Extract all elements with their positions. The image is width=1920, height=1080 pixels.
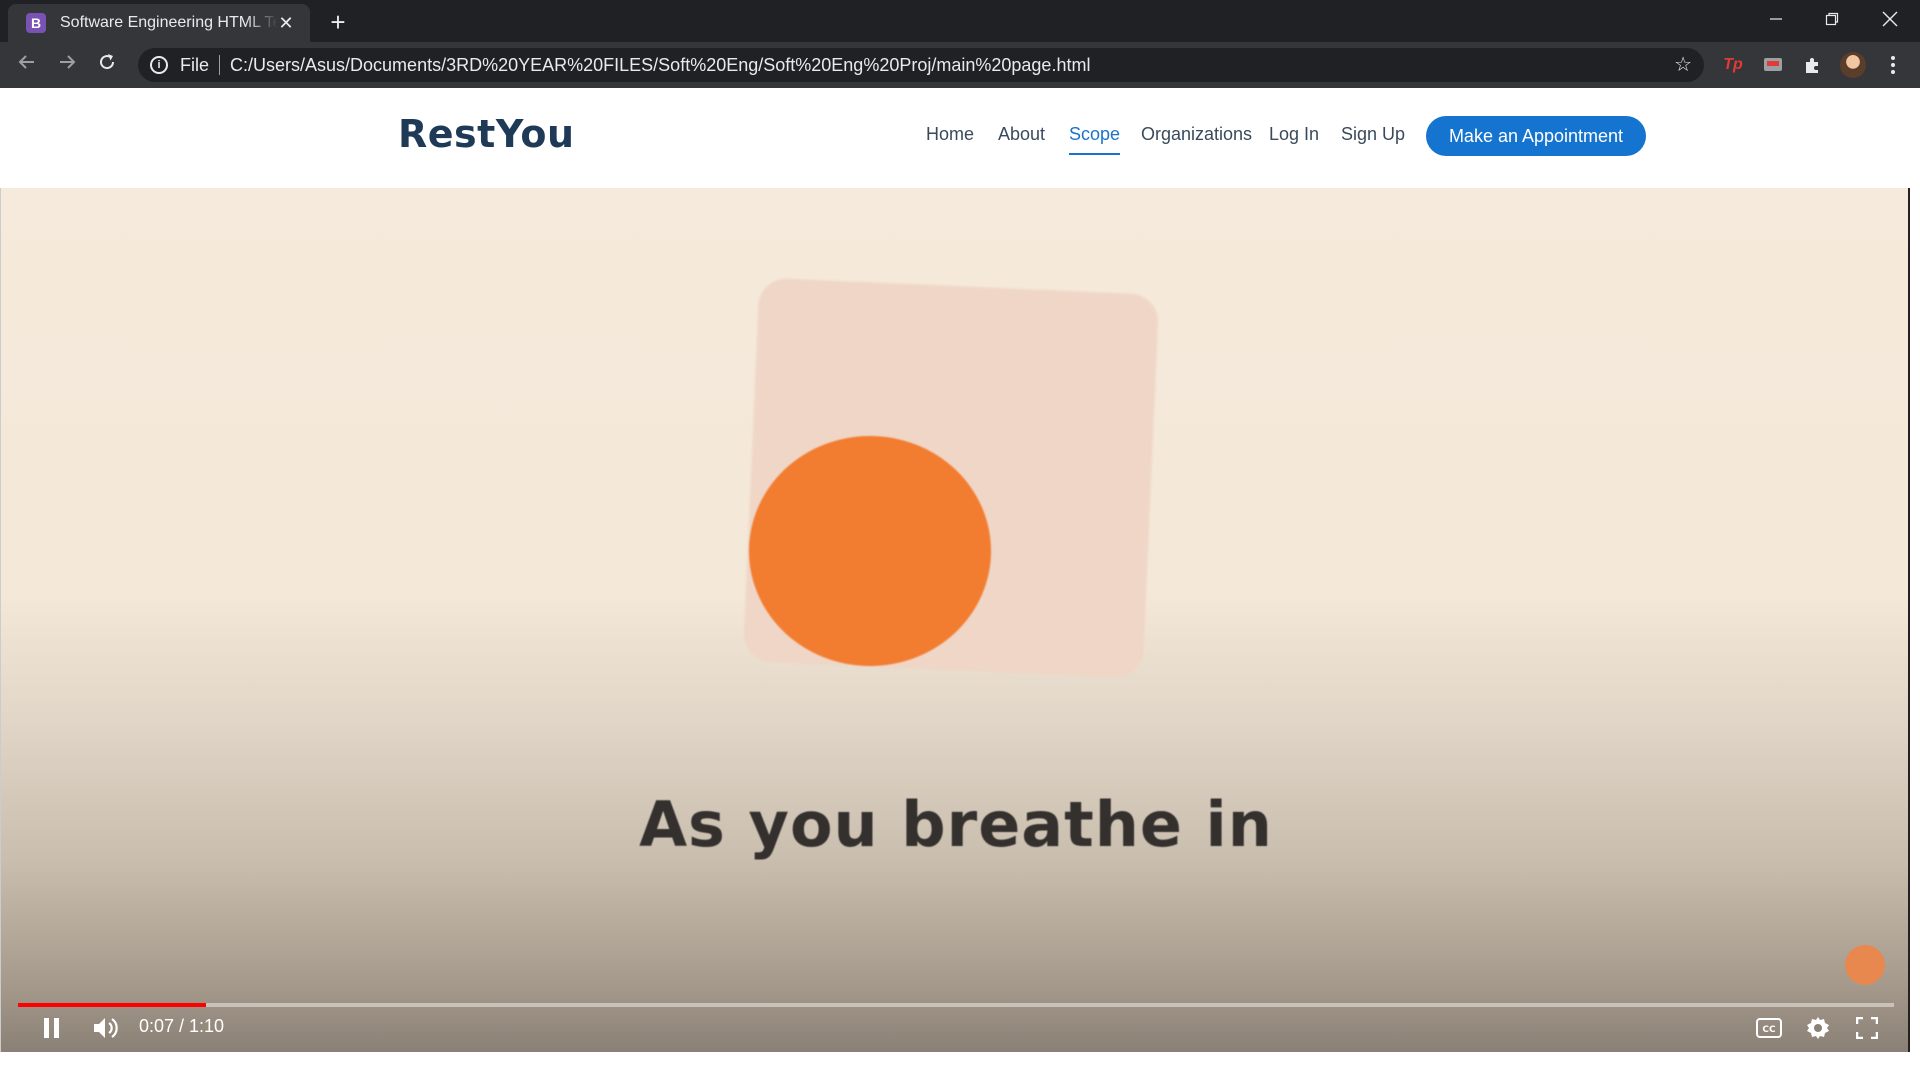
- fullscreen-icon: [1856, 1017, 1878, 1039]
- new-tab-button[interactable]: +: [324, 8, 352, 36]
- svg-text:CC: CC: [1762, 1025, 1776, 1035]
- video-progress-bar[interactable]: [18, 1003, 1894, 1007]
- video-overlay-dot: [1845, 945, 1885, 985]
- web-page: RestYou Home About Scope Organizations L…: [0, 88, 1920, 1080]
- profile-button[interactable]: [1838, 50, 1868, 80]
- address-bar[interactable]: i File C:/Users/Asus/Documents/3RD%20YEA…: [138, 48, 1704, 82]
- nav-about[interactable]: About: [998, 124, 1045, 145]
- forward-icon: [60, 55, 76, 69]
- nav-scope[interactable]: Scope: [1069, 124, 1121, 155]
- volume-icon: [94, 1018, 118, 1038]
- restore-button[interactable]: [1804, 0, 1860, 38]
- close-icon: [1882, 11, 1898, 27]
- browser-tabbar: B Software Engineering HTML Tem ✕ +: [0, 0, 1920, 42]
- nav-home[interactable]: Home: [926, 124, 974, 145]
- tp-icon: Tp: [1723, 56, 1743, 73]
- avatar: [1840, 52, 1866, 78]
- extensions-button[interactable]: [1798, 50, 1828, 80]
- nav-sign-up[interactable]: Sign Up: [1341, 124, 1405, 145]
- settings-button[interactable]: [1803, 1010, 1833, 1046]
- pause-icon: [44, 1018, 59, 1038]
- menu-button[interactable]: [1878, 50, 1908, 80]
- url-scheme: File: [180, 55, 221, 75]
- kebab-menu-icon: [1891, 56, 1895, 74]
- settings-icon: [1807, 1017, 1829, 1039]
- back-button[interactable]: [12, 50, 42, 80]
- nav-organizations[interactable]: Organizations: [1141, 124, 1252, 145]
- tab-favicon-icon: B: [26, 13, 46, 33]
- video-player[interactable]: As you breathe in 0:07 / 1:10 CC: [0, 188, 1910, 1052]
- forward-button[interactable]: [52, 50, 82, 80]
- video-caption-text: As you breathe in: [639, 788, 1273, 861]
- minimize-button[interactable]: [1748, 0, 1804, 38]
- minimize-icon: [1770, 18, 1782, 20]
- pause-button[interactable]: [37, 1010, 67, 1046]
- cast-icon: [1764, 58, 1782, 71]
- volume-button[interactable]: [89, 1010, 123, 1046]
- tab-close-icon[interactable]: ✕: [276, 13, 296, 33]
- restore-icon: [1825, 12, 1839, 26]
- extension-tp-button[interactable]: Tp: [1718, 50, 1748, 80]
- reload-button[interactable]: [92, 50, 122, 80]
- close-window-button[interactable]: [1862, 0, 1918, 38]
- make-appointment-button[interactable]: Make an Appointment: [1426, 116, 1646, 156]
- video-frame-circle: [749, 436, 991, 666]
- captions-button[interactable]: CC: [1754, 1010, 1784, 1046]
- tab-title: Software Engineering HTML Tem: [60, 14, 278, 31]
- browser-tab[interactable]: B Software Engineering HTML Tem ✕: [8, 4, 310, 42]
- star-icon[interactable]: ☆: [1674, 52, 1692, 77]
- video-progress-fill: [18, 1003, 206, 1007]
- extension-cast-button[interactable]: [1758, 50, 1788, 80]
- captions-icon: CC: [1756, 1018, 1782, 1038]
- back-icon: [18, 55, 34, 69]
- url-text[interactable]: C:/Users/Asus/Documents/3RD%20YEAR%20FIL…: [230, 55, 1090, 76]
- reload-icon: [100, 54, 115, 70]
- site-header: RestYou Home About Scope Organizations L…: [0, 88, 1920, 188]
- fullscreen-button[interactable]: [1852, 1010, 1882, 1046]
- puzzle-icon: [1806, 58, 1818, 73]
- info-icon[interactable]: i: [150, 56, 168, 74]
- video-time: 0:07 / 1:10: [139, 1016, 225, 1036]
- browser-toolbar: i File C:/Users/Asus/Documents/3RD%20YEA…: [0, 42, 1920, 88]
- site-logo[interactable]: RestYou: [398, 112, 575, 156]
- nav-log-in[interactable]: Log In: [1269, 124, 1319, 145]
- page-bottom-strip: [0, 1052, 1920, 1080]
